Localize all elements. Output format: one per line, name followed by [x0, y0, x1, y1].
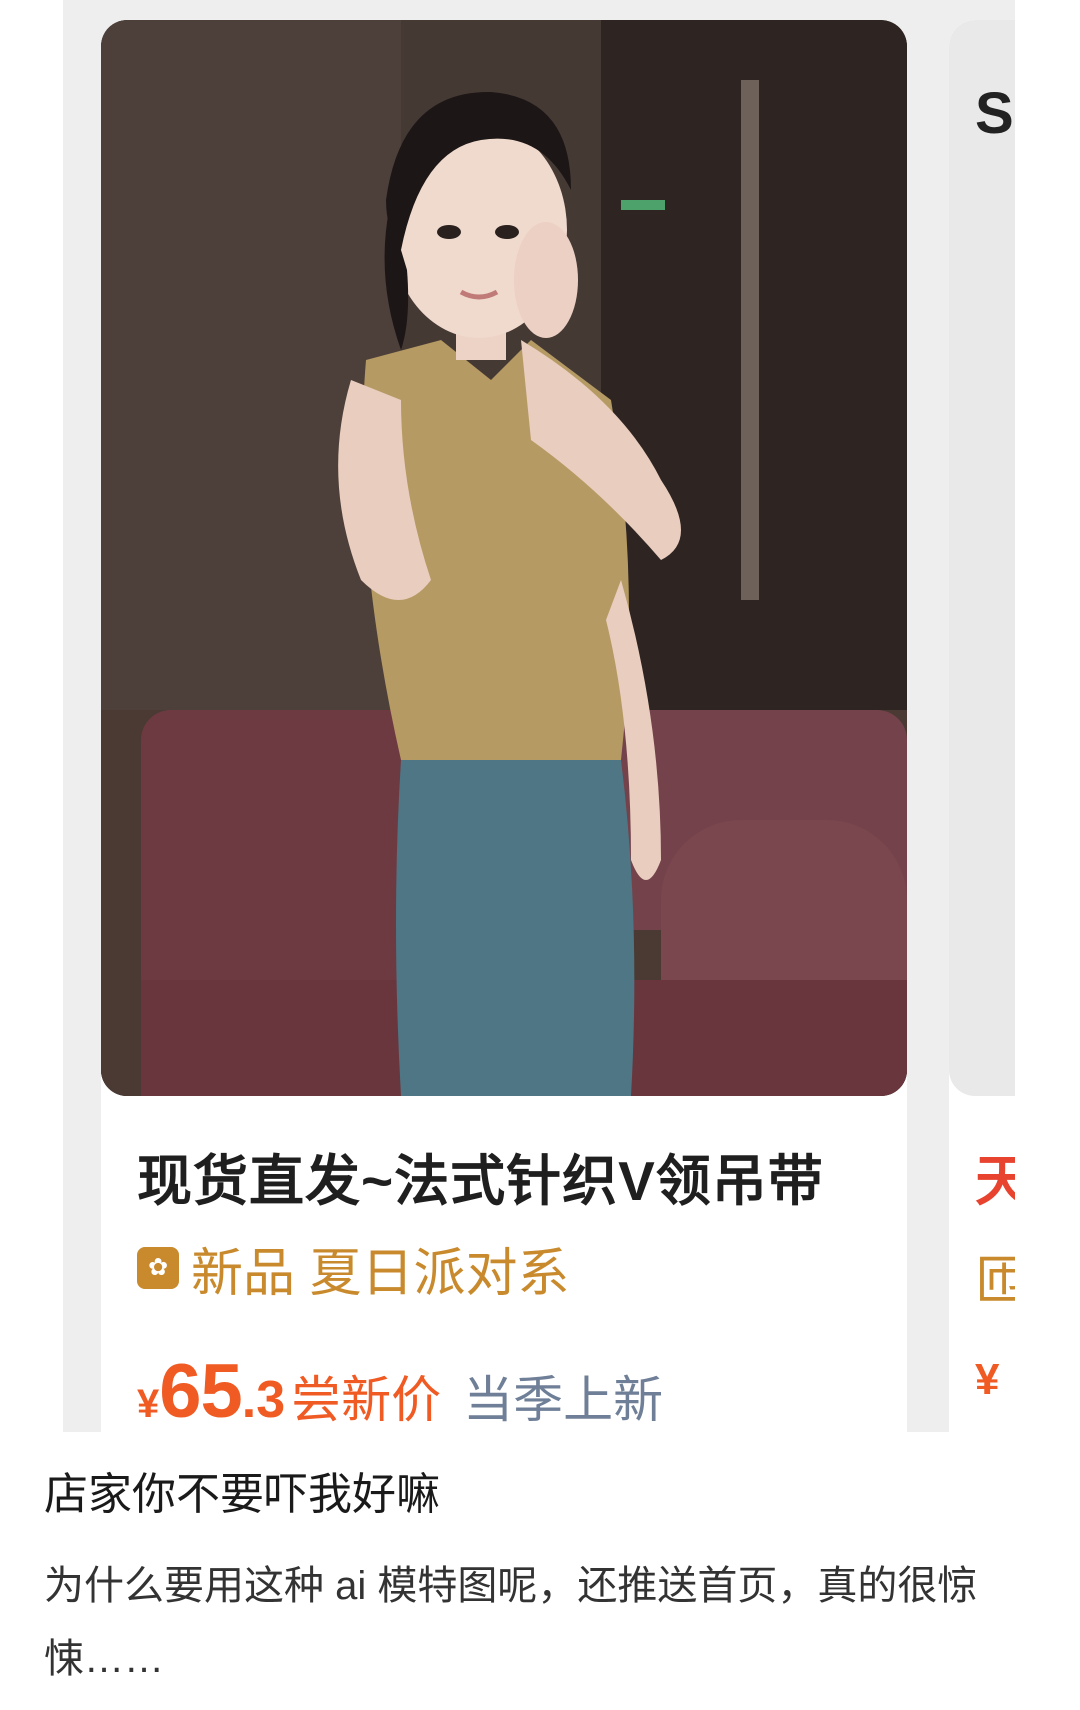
page: 现货直发~法式针织V领吊带 ✿ 新品 夏日派对系 ¥ 65 .3 尝新价 当季上… — [0, 0, 1080, 1710]
price-integer: 65 — [159, 1349, 243, 1432]
badge-icon: ✿ — [137, 1247, 179, 1289]
product-tag: ✿ 新品 夏日派对系 — [137, 1238, 569, 1303]
next-tag-fragment: 匝 — [975, 1252, 1015, 1310]
price-decimal: .3 — [241, 1371, 286, 1429]
season-label: 当季上新 — [463, 1372, 664, 1428]
next-price-fragment: ¥ — [975, 1355, 1000, 1404]
tag-text: 新品 夏日派对系 — [191, 1244, 570, 1303]
post-body: 为什么要用这种 ai 模特图呢，还推送首页，真的很惊悚…… — [44, 1564, 978, 1681]
next-product-card[interactable]: S 天 匝 ¥ — [949, 20, 1015, 1432]
embedded-screenshot: 现货直发~法式针织V领吊带 ✿ 新品 夏日派对系 ¥ 65 .3 尝新价 当季上… — [63, 0, 1015, 1432]
product-card[interactable]: 现货直发~法式针织V领吊带 ✿ 新品 夏日派对系 ¥ 65 .3 尝新价 当季上… — [101, 20, 907, 1432]
next-product-photo[interactable] — [949, 20, 1015, 1096]
price-symbol: ¥ — [137, 1382, 160, 1426]
price-row: ¥ 65 .3 尝新价 当季上新 — [137, 1348, 663, 1432]
product-title[interactable]: 现货直发~法式针织V领吊带 — [137, 1136, 897, 1216]
next-title-fragment: 天 — [975, 1150, 1015, 1212]
product-photo[interactable] — [101, 20, 907, 1096]
post-title: 店家你不要吓我好嘛 — [44, 1470, 440, 1519]
next-photo-text-fragment: S — [975, 81, 1014, 146]
model-illustration — [101, 20, 907, 1096]
price-label: 尝新价 — [291, 1372, 442, 1428]
